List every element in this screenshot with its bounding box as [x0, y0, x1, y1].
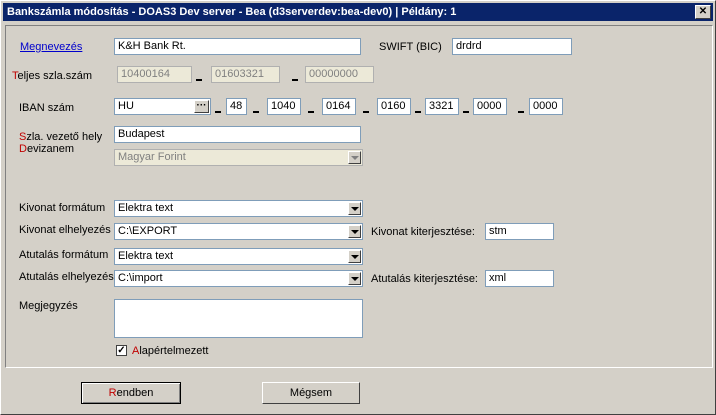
devizanem-label-rest: evizanem [26, 143, 75, 155]
iban-separator-0 [215, 111, 221, 113]
devizanem-value: Magyar Forint [118, 151, 186, 163]
szamla-part-2: 01603321 [211, 66, 280, 83]
megnevezes-input[interactable]: K&H Bank Rt. [114, 38, 361, 55]
atutalas-format-value: Elektra text [118, 250, 174, 262]
rendben-button[interactable]: Rendben [81, 382, 181, 404]
iban-part-5[interactable]: 3321 [425, 98, 459, 115]
megnevezes-label[interactable]: Megnevezés [20, 41, 82, 53]
szamla-separator-2 [292, 79, 298, 81]
devizanem-select: Magyar Forint [114, 149, 363, 166]
szamla-part-1: 10400164 [117, 66, 192, 83]
iban-separator-5 [463, 111, 469, 113]
chevron-down-icon[interactable] [348, 202, 361, 215]
ellipsis-icon[interactable]: ··· [194, 100, 209, 113]
window-title: Bankszámla módosítás - DOAS3 Dev server … [7, 6, 457, 18]
chevron-down-icon[interactable] [348, 225, 361, 238]
kivonat-elhelyezes-label: Kivonat elhelyezés [19, 224, 111, 236]
kivonat-format-value: Elektra text [118, 202, 174, 214]
iban-part-6[interactable]: 0000 [473, 98, 507, 115]
megsem-button[interactable]: Mégsem [262, 382, 360, 404]
szamla-separator-1 [196, 79, 202, 81]
szamla-part-3: 00000000 [305, 66, 374, 83]
iban-separator-3 [363, 111, 369, 113]
vezeto-hely-label: Szla. vezető hely [19, 131, 102, 143]
kivonat-kiterjesztes-input[interactable]: stm [485, 223, 554, 240]
devizanem-label-hotkey: D [19, 143, 27, 155]
iban-separator-1 [253, 111, 259, 113]
iban-separator-4 [415, 111, 421, 113]
atutalas-elhelyezes-label: Atutalás elhelyezés [19, 271, 114, 283]
vezeto-hely-label-rest: zla. vezető hely [26, 131, 103, 143]
devizanem-label: Devizanem [19, 143, 74, 155]
rendben-button-rest: endben [116, 387, 154, 399]
iban-country-select[interactable]: HU ··· [114, 98, 211, 115]
teljes-szamla-label-rest: eljes szla.szám [17, 70, 93, 82]
iban-part-3[interactable]: 0164 [322, 98, 356, 115]
iban-part-1[interactable]: 48 [226, 98, 247, 115]
alapertelmezett-label[interactable]: Alapértelmezett [132, 345, 208, 357]
kivonat-elhelyezes-select[interactable]: C:\EXPORT [114, 223, 363, 240]
atutalas-elhelyezes-select[interactable]: C:\import [114, 270, 363, 287]
chevron-down-icon [348, 151, 361, 164]
kivonat-elhelyezes-value: C:\EXPORT [118, 225, 178, 237]
atutalas-format-label: Atutalás formátum [19, 249, 109, 261]
kivonat-format-select[interactable]: Elektra text [114, 200, 363, 217]
close-button[interactable]: ✕ [695, 5, 711, 19]
atutalas-kiterjesztes-input[interactable]: xml [485, 270, 554, 287]
kivonat-kiterjesztes-label: Kivonat kiterjesztése: [371, 226, 475, 238]
megjegyzes-textarea[interactable] [114, 299, 363, 338]
title-bar[interactable]: Bankszámla módosítás - DOAS3 Dev server … [3, 3, 713, 21]
iban-separator-2 [308, 111, 314, 113]
kivonat-format-label: Kivonat formátum [19, 202, 106, 214]
rendben-button-hotkey: R [108, 387, 117, 399]
swift-label: SWIFT (BIC) [379, 41, 442, 53]
alapertelmezett-label-rest: lapértelmezett [139, 345, 209, 357]
dialog-window: Bankszámla módosítás - DOAS3 Dev server … [0, 0, 716, 415]
chevron-down-icon[interactable] [348, 250, 361, 263]
atutalas-format-select[interactable]: Elektra text [114, 248, 363, 265]
iban-part-4[interactable]: 0160 [377, 98, 411, 115]
chevron-down-icon[interactable] [348, 272, 361, 285]
iban-label: IBAN szám [19, 102, 75, 114]
atutalas-elhelyezes-value: C:\import [118, 272, 163, 284]
alapertelmezett-checkbox[interactable]: ✓ [116, 345, 127, 356]
teljes-szamla-label: Teljes szla.szám [12, 70, 92, 82]
swift-input[interactable]: drdrd [452, 38, 572, 55]
megjegyzes-label: Megjegyzés [19, 300, 78, 312]
iban-separator-6 [518, 111, 524, 113]
atutalas-kiterjesztes-label: Atutalás kiterjesztése: [371, 273, 478, 285]
iban-part-7[interactable]: 0000 [529, 98, 563, 115]
vezeto-hely-input[interactable]: Budapest [114, 126, 361, 143]
iban-part-2[interactable]: 1040 [267, 98, 301, 115]
iban-country-value: HU [118, 100, 134, 112]
